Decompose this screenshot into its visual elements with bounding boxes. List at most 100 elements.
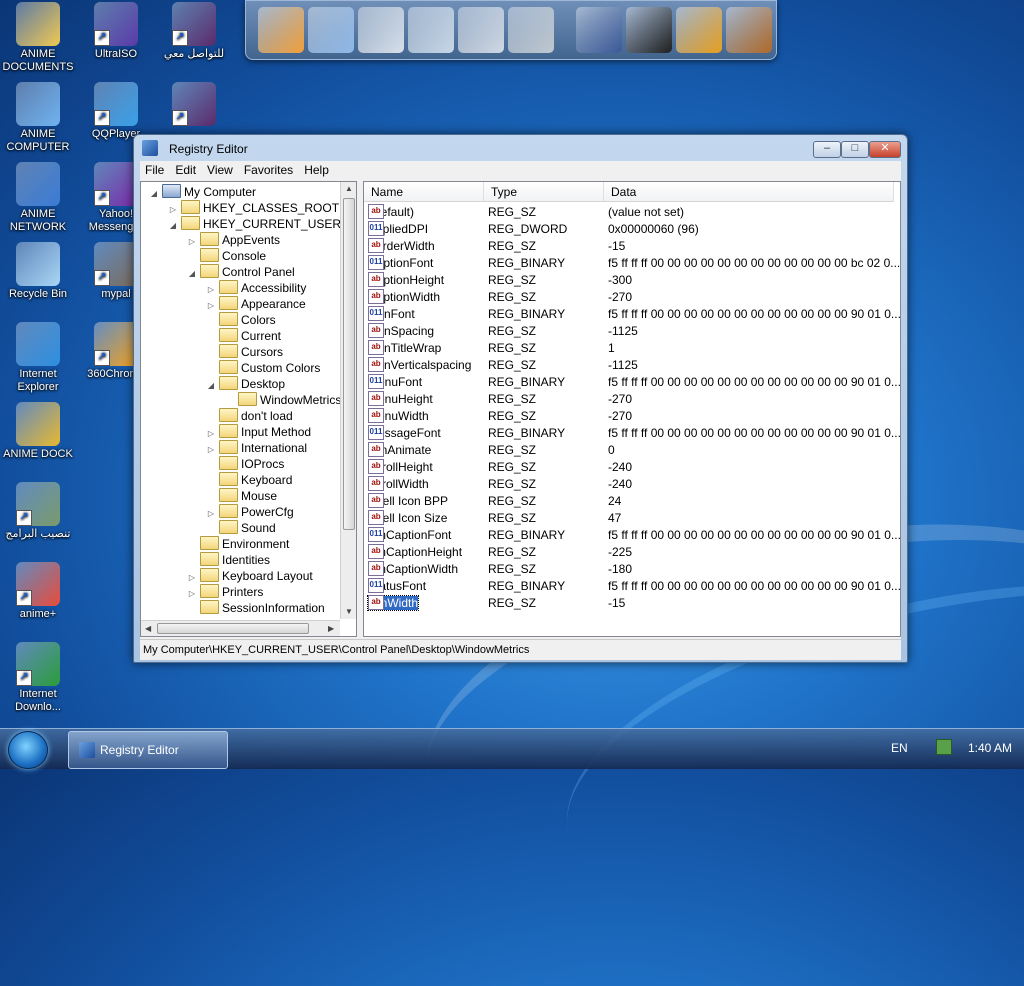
desktop-icon[interactable]: ANIME NETWORK — [0, 162, 76, 234]
scroll-right-icon[interactable]: ▶ — [328, 624, 334, 633]
tree-node[interactable]: ◢ HKEY_CURRENT_USER — [168, 216, 341, 232]
registry-value-row[interactable]: ab IconTitleWrap REG_SZ 1 — [364, 340, 900, 357]
expand-toggle-icon[interactable]: ◢ — [168, 218, 178, 234]
menu-favorites[interactable]: Favorites — [239, 161, 299, 181]
expand-toggle-icon[interactable]: ◢ — [149, 186, 159, 202]
registry-value-row[interactable]: 011 SmCaptionFont REG_BINARY f5 ff ff ff 00… — [364, 527, 900, 544]
desktop-icon[interactable]: ANIME DOCK — [0, 402, 76, 461]
registry-value-row[interactable]: 011 StatusFont REG_BINARY f5 ff ff ff 00 00… — [364, 578, 900, 595]
tree-node[interactable]: ▷ Accessibility — [206, 280, 306, 296]
tree-node[interactable]: ▷ Input Method — [206, 424, 311, 440]
tree-node[interactable]: Console — [187, 248, 266, 264]
registry-value-row[interactable]: ab MenuWidth REG_SZ -270 — [364, 408, 900, 425]
tree-node[interactable]: ◢ Desktop — [206, 376, 285, 392]
registry-value-row[interactable]: 011 CaptionFont REG_BINARY f5 ff ff ff 00 0… — [364, 255, 900, 272]
expand-toggle-icon[interactable]: ◢ — [206, 378, 216, 394]
expand-toggle-icon[interactable]: ◢ — [187, 266, 197, 282]
tree-hscroll-thumb[interactable] — [157, 623, 309, 634]
folder-pictures-icon[interactable] — [458, 7, 504, 53]
hammer-icon[interactable] — [676, 7, 722, 53]
scroll-up-icon[interactable]: ▲ — [345, 184, 353, 193]
tree-node[interactable]: ◢ Control Panel — [187, 264, 295, 280]
tree-node[interactable]: Mouse — [206, 488, 277, 504]
menu-help[interactable]: Help — [299, 161, 335, 181]
registry-value-row[interactable]: ab Shell Icon BPP REG_SZ 24 — [364, 493, 900, 510]
registry-value-row[interactable]: 011 IconFont REG_BINARY f5 ff ff ff 00 00 0… — [364, 306, 900, 323]
tree-node[interactable]: Sound — [206, 520, 276, 536]
tree-node[interactable]: ◢ My Computer — [149, 184, 256, 200]
tree-node[interactable]: Current — [206, 328, 281, 344]
registry-value-row[interactable]: ab ScrollHeight REG_SZ -240 — [364, 459, 900, 476]
language-indicator[interactable]: EN — [891, 741, 908, 755]
maximize-button[interactable]: □ — [841, 141, 869, 158]
tools-icon[interactable] — [508, 7, 554, 53]
registry-value-row[interactable]: ab MinAnimate REG_SZ 0 — [364, 442, 900, 459]
desktop-icon[interactable]: Internet Explorer — [0, 322, 76, 394]
scroll-left-icon[interactable]: ◀ — [145, 624, 151, 633]
registry-value-row[interactable]: ab BorderWidth REG_SZ -15 — [364, 238, 900, 255]
tree-node[interactable]: ▷ AppEvents — [187, 232, 280, 248]
registry-value-row[interactable]: 011 MessageFont REG_BINARY f5 ff ff ff 00 0… — [364, 425, 900, 442]
tree-node[interactable]: SessionInformation — [187, 600, 325, 616]
registry-value-row[interactable]: ab SmCaptionHeight REG_SZ -225 — [364, 544, 900, 561]
tree-node[interactable]: ▷ Keyboard Layout — [187, 568, 313, 584]
menu-file[interactable]: File — [140, 161, 170, 181]
close-button[interactable]: ✕ — [869, 141, 901, 158]
tree-node[interactable]: ▷ Appearance — [206, 296, 306, 312]
column-header-name[interactable]: Name — [364, 182, 484, 202]
title-bar[interactable]: Registry Editor – □ ✕ — [134, 135, 907, 161]
menu-view[interactable]: View — [202, 161, 239, 181]
tree-vertical-scrollbar[interactable]: ▲ ▼ — [340, 182, 356, 619]
registry-value-row[interactable]: ab MinWidth REG_SZ -15 — [364, 595, 900, 612]
bucket-icon[interactable] — [726, 7, 772, 53]
desktop-icon[interactable]: ↗ — [156, 82, 232, 128]
registry-value-row[interactable]: ab CaptionHeight REG_SZ -300 — [364, 272, 900, 289]
tree-node[interactable]: Keyboard — [206, 472, 292, 488]
tree-node[interactable]: ▷ Printers — [187, 584, 263, 600]
desktop-icon[interactable]: ↗ anime+ — [0, 562, 76, 621]
registry-value-row[interactable]: ab SmCaptionWidth REG_SZ -180 — [364, 561, 900, 578]
start-button[interactable] — [8, 731, 48, 769]
tree-node[interactable]: Custom Colors — [206, 360, 320, 376]
tree-horizontal-scrollbar[interactable]: ◀ ▶ — [141, 620, 340, 636]
tree-node[interactable]: IOProcs — [206, 456, 284, 472]
globe-icon[interactable] — [308, 7, 354, 53]
menu-edit[interactable]: Edit — [170, 161, 202, 181]
registry-value-row[interactable]: ab Shell Icon Size REG_SZ 47 — [364, 510, 900, 527]
tree-node[interactable]: Colors — [206, 312, 276, 328]
desktop-icon[interactable]: ANIME DOCUMENTS — [0, 2, 76, 74]
scroll-down-icon[interactable]: ▼ — [345, 607, 353, 616]
desktop-icon[interactable]: Recycle Bin — [0, 242, 76, 301]
tree-scroll-thumb[interactable] — [343, 198, 355, 530]
tree-node[interactable]: ▷ International — [206, 440, 307, 456]
registry-value-row[interactable]: 011 AppliedDPI REG_DWORD 0x00000060 (96) — [364, 221, 900, 238]
tree-node[interactable]: Environment — [187, 536, 289, 552]
registry-value-row[interactable]: 011 MenuFont REG_BINARY f5 ff ff ff 00 00 0… — [364, 374, 900, 391]
tshirt-icon[interactable] — [626, 7, 672, 53]
column-header-data[interactable]: Data — [604, 182, 894, 202]
registry-value-row[interactable]: ab MenuHeight REG_SZ -270 — [364, 391, 900, 408]
clock[interactable]: 1:40 AM — [968, 741, 1012, 755]
network-tray-icon[interactable] — [936, 739, 952, 755]
registry-value-row[interactable]: ab ScrollWidth REG_SZ -240 — [364, 476, 900, 493]
desktop-icon[interactable]: ↗ QQPlayer — [78, 82, 154, 141]
facebook-icon[interactable] — [576, 7, 622, 53]
desktop-icon[interactable]: ↗ UltraISO — [78, 2, 154, 61]
desktop-icon[interactable]: ANIME COMPUTER — [0, 82, 76, 154]
minimize-button[interactable]: – — [813, 141, 841, 158]
naruto-icon[interactable] — [258, 7, 304, 53]
tree-node[interactable]: Identities — [187, 552, 270, 568]
tree-node[interactable]: ▷ PowerCfg — [206, 504, 294, 520]
registry-value-row[interactable]: ab (Default) REG_SZ (value not set) — [364, 204, 900, 221]
tree-node[interactable]: Cursors — [206, 344, 283, 360]
taskbar-registry-editor[interactable]: Registry Editor — [68, 731, 228, 769]
tree-node[interactable]: ▷ HKEY_CLASSES_ROOT — [168, 200, 339, 216]
registry-value-row[interactable]: ab IconVerticalspacing REG_SZ -1125 — [364, 357, 900, 374]
column-header-type[interactable]: Type — [484, 182, 604, 202]
folder-doc-icon[interactable] — [358, 7, 404, 53]
desktop-icon[interactable]: ↗ للتواصل معي — [156, 2, 232, 61]
folder-music-icon[interactable] — [408, 7, 454, 53]
tree-node[interactable]: don't load — [206, 408, 293, 424]
registry-value-row[interactable]: ab IconSpacing REG_SZ -1125 — [364, 323, 900, 340]
desktop-icon[interactable]: ↗ تنصيب البرامج — [0, 482, 76, 541]
